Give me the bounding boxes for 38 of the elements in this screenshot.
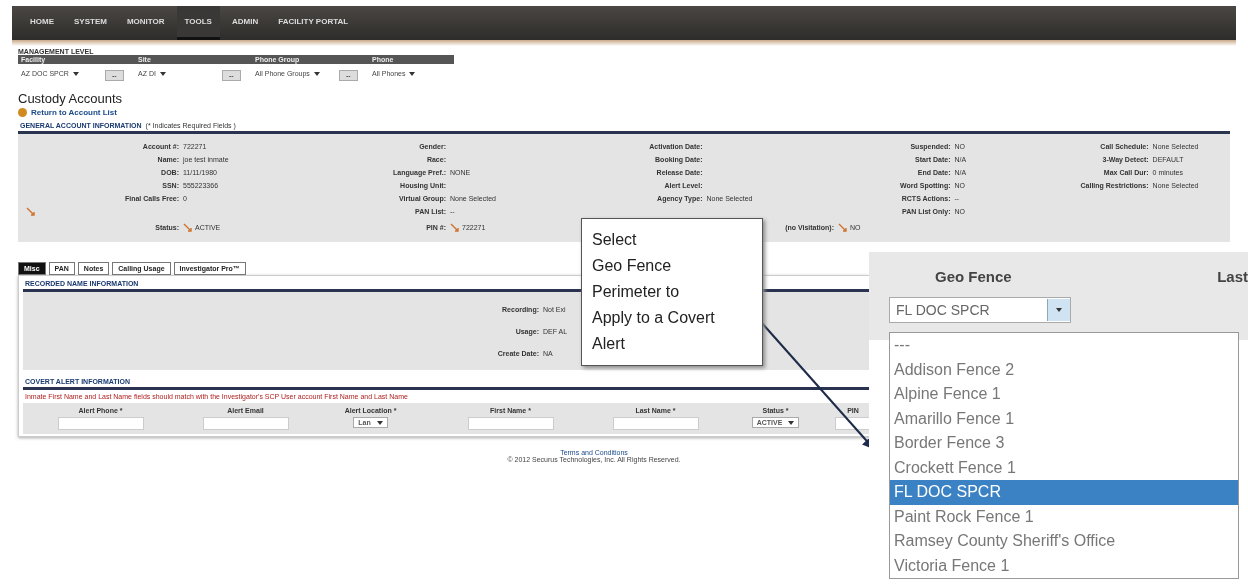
caret-icon [376, 420, 383, 425]
dropdown-option[interactable]: Ramsey County Sheriff's Office [890, 529, 1238, 554]
return-link[interactable]: Return to Account List [31, 108, 117, 117]
dropdown-option[interactable]: Paint Rock Fence 1 [890, 504, 1238, 529]
nav-item[interactable]: ADMIN [223, 6, 267, 40]
nav-item[interactable]: TOOLS [176, 6, 220, 40]
dropdown-option[interactable]: Addison Fence 2 [890, 357, 1238, 382]
input-field[interactable] [57, 417, 144, 430]
input-field[interactable] [612, 417, 699, 430]
dropdown-option[interactable]: Amarillo Fence 1 [890, 406, 1238, 431]
dropdown-option[interactable]: Alpine Fence 1 [890, 382, 1238, 407]
dropdown-option[interactable]: FL DOC SPCR [890, 480, 1238, 505]
caret-icon [313, 71, 320, 76]
callout-text: Select [592, 230, 638, 250]
page-title: Custody Accounts [18, 91, 124, 106]
nav-item[interactable]: MONITOR [118, 6, 173, 40]
caret-icon [159, 71, 166, 76]
nav-item[interactable]: FACILITY PORTAL [270, 6, 357, 40]
callout-text: Alert [592, 334, 626, 354]
callout-text: Apply to a Covert [592, 308, 716, 328]
input-field[interactable] [467, 417, 554, 430]
nav-item[interactable]: HOME [22, 6, 62, 40]
caret-icon [1056, 308, 1062, 312]
dropdown-option[interactable]: Victoria Fence 1 [890, 553, 1238, 578]
dropdown-option[interactable]: Border Fence 3 [890, 431, 1238, 456]
nav-item[interactable]: SYSTEM [66, 6, 115, 40]
caret-icon [788, 420, 795, 425]
column-header: Last [1217, 268, 1248, 285]
column-header: Geo Fence [935, 268, 1012, 285]
back-icon [18, 108, 27, 117]
caret-icon [409, 71, 416, 76]
dropdown-option[interactable]: --- [890, 333, 1238, 358]
input-field[interactable] [202, 417, 289, 430]
callout-text: Perimeter to [592, 282, 681, 302]
geo-fence-select[interactable]: FL DOC SPCR [889, 297, 1071, 323]
dropdown-option[interactable]: Crockett Fence 1 [890, 455, 1238, 480]
callout-text: Geo Fence [592, 256, 673, 276]
caret-icon [72, 71, 79, 76]
